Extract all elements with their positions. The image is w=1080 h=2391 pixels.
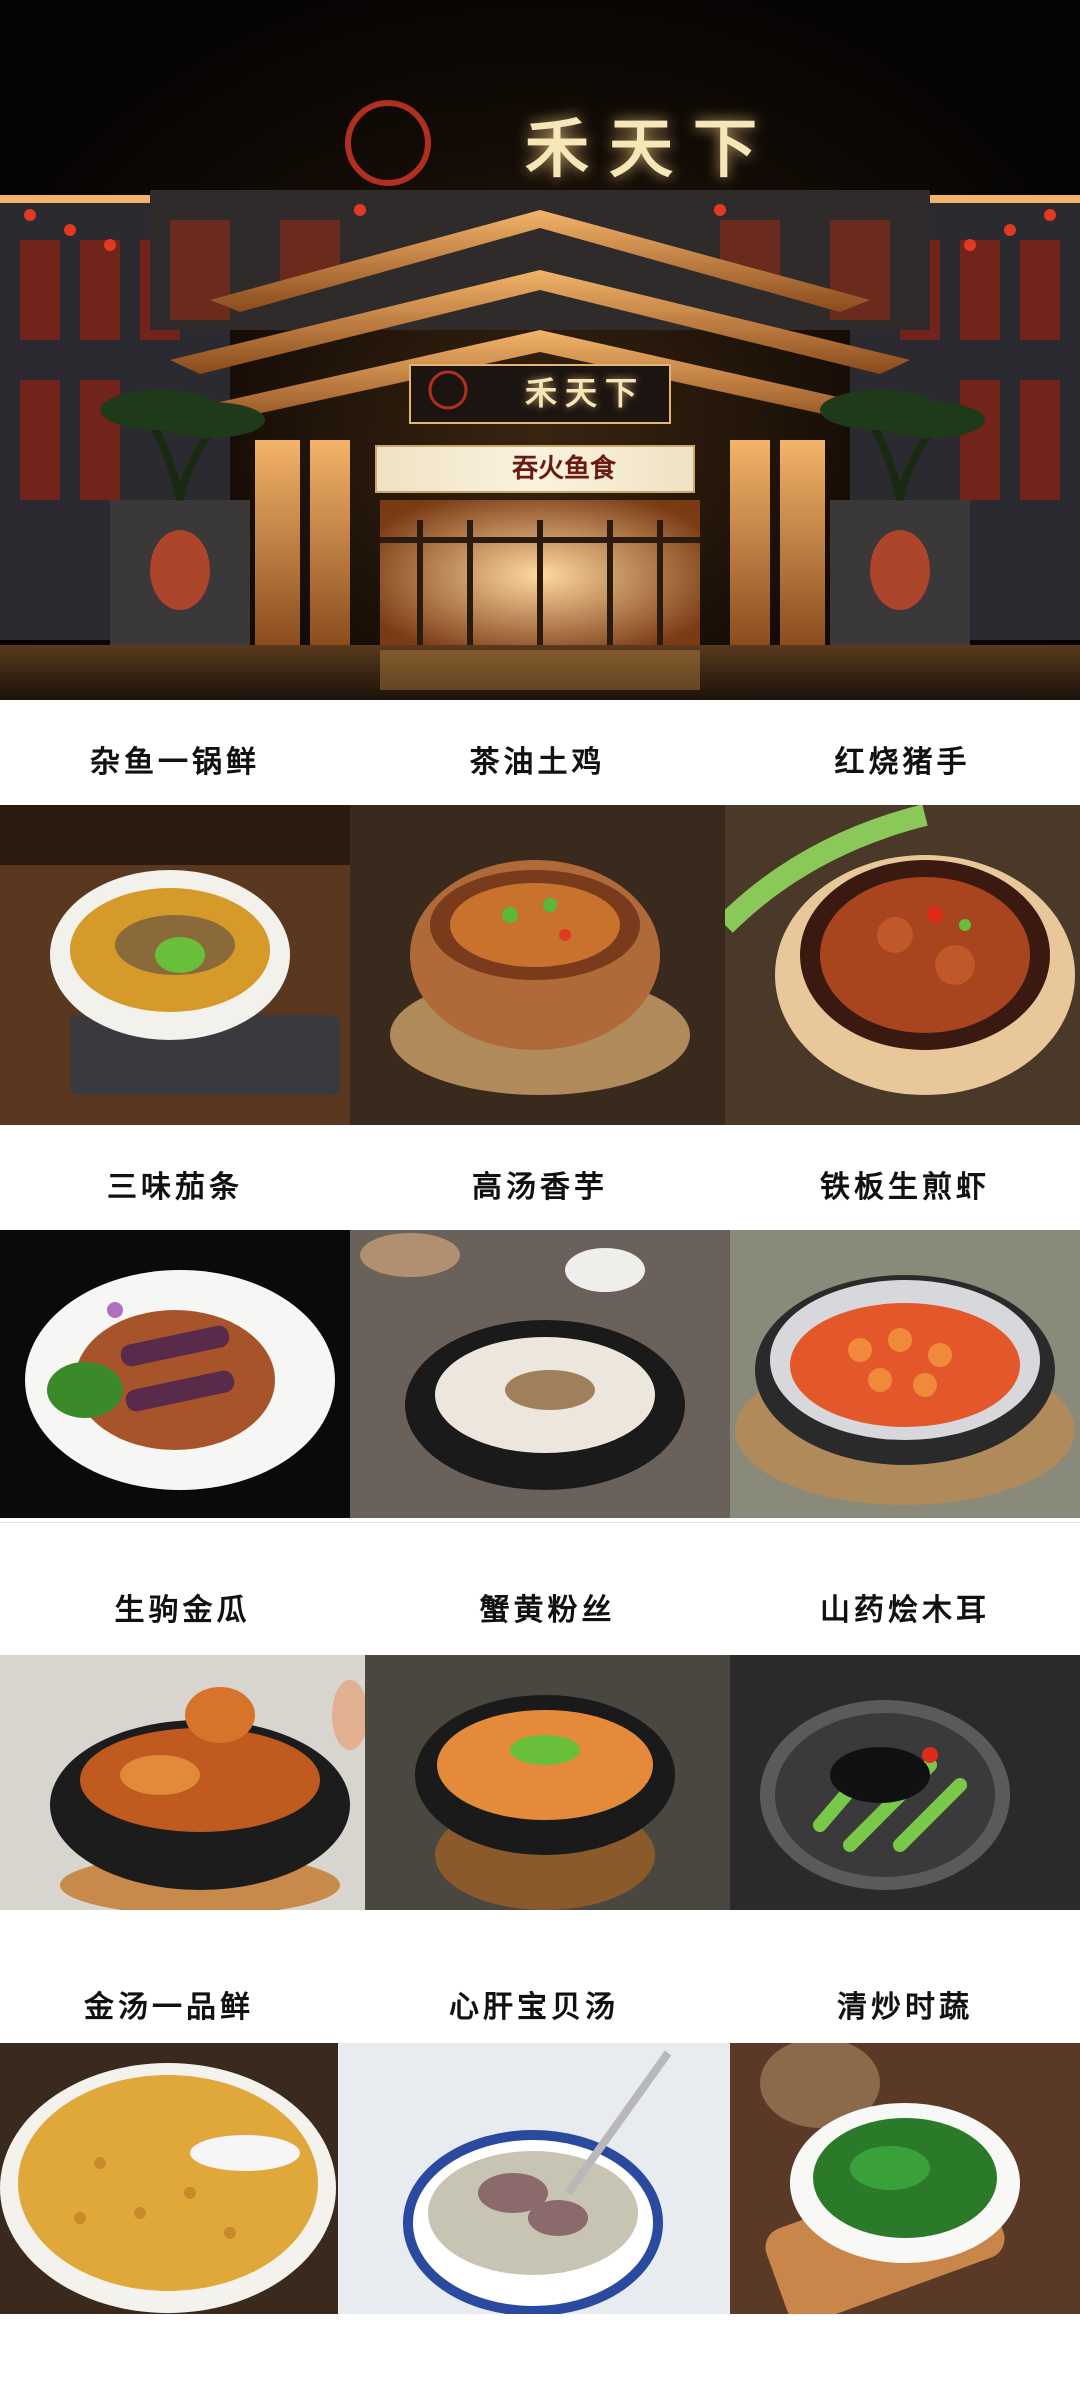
fish-stew-pot-icon bbox=[0, 805, 350, 1125]
entrance-banner: 吞火鱼食 bbox=[375, 445, 695, 493]
clay-pot-chicken-icon bbox=[350, 805, 725, 1125]
dish-name: 山药烩木耳 bbox=[820, 1593, 990, 1628]
golden-soup-bowl-icon bbox=[0, 2043, 338, 2314]
building-illustration bbox=[0, 100, 1080, 700]
dish-name: 三味茄条 bbox=[107, 1170, 243, 1205]
sizzling-shrimp-plate-icon bbox=[730, 1230, 1080, 1518]
restaurant-storefront-photo: 禾天下 禾天下 吞火鱼食 bbox=[0, 0, 1080, 700]
taro-soup-pot-icon bbox=[350, 1230, 730, 1518]
yam-fungus-plate-icon bbox=[730, 1655, 1080, 1910]
dish-name: 杂鱼一锅鲜 bbox=[90, 745, 260, 780]
dish-name: 金汤一品鲜 bbox=[84, 1990, 254, 2025]
stir-fried-greens-bowl-icon bbox=[730, 2043, 1080, 2314]
crab-vermicelli-pot-icon bbox=[365, 1655, 730, 1910]
dish-name: 铁板生煎虾 bbox=[820, 1170, 990, 1205]
dish-name: 蟹黄粉丝 bbox=[479, 1593, 616, 1628]
restaurant-logo-text: 禾天下 bbox=[525, 112, 777, 187]
entrance-banner-text: 吞火鱼食 bbox=[512, 454, 617, 484]
dish-name: 高汤香芋 bbox=[472, 1170, 608, 1205]
restaurant-sign-text: 禾天下 bbox=[525, 374, 646, 412]
dish-name: 清炒时蔬 bbox=[837, 1990, 973, 2025]
dish-name: 心肝宝贝汤 bbox=[449, 1990, 619, 2025]
dish-name: 红烧猪手 bbox=[834, 745, 971, 780]
dish-name: 生驹金瓜 bbox=[114, 1593, 251, 1628]
pumpkin-pot-icon bbox=[0, 1655, 365, 1910]
liver-soup-bowl-icon bbox=[338, 2043, 730, 2314]
eggplant-plate-icon bbox=[0, 1230, 350, 1518]
dish-name: 茶油土鸡 bbox=[469, 745, 606, 780]
braised-pork-knuckle-icon bbox=[725, 805, 1080, 1125]
section-divider bbox=[0, 1522, 1080, 1523]
